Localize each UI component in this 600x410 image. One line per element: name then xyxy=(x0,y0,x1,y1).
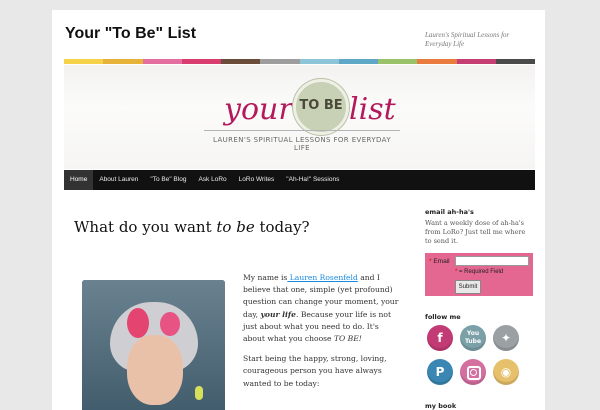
stripe-segment xyxy=(142,59,182,64)
follow-widget-title: follow me xyxy=(425,313,461,321)
post-title-em: to be xyxy=(216,218,255,236)
post-title: What do you want to be today? xyxy=(74,218,310,236)
instagram-icon[interactable] xyxy=(460,359,486,385)
banner-badge: TO BE xyxy=(293,79,349,135)
nav-item-about-lauren[interactable]: About Lauren xyxy=(93,170,144,190)
twitter-icon[interactable]: ✦ xyxy=(493,325,519,351)
stripe-segment xyxy=(221,59,261,64)
stripe-segment xyxy=(378,59,418,64)
stripe-segment xyxy=(417,59,457,64)
intro-paragraph-2: Start being the happy, strong, loving, c… xyxy=(243,354,387,388)
sidebar: email ah-ha's Want a weekly dose of ah-h… xyxy=(423,190,535,410)
site-tagline: Lauren's Spiritual Lessons for Everyday … xyxy=(425,31,510,48)
color-stripes xyxy=(64,59,535,64)
email-field[interactable] xyxy=(455,256,529,266)
email-signup-form: * Email * = Required Field Submit xyxy=(425,253,533,296)
stripe-segment xyxy=(299,59,339,64)
stripe-segment xyxy=(260,59,300,64)
rss-icon[interactable]: ◉ xyxy=(493,359,519,385)
email-widget-title: email ah-ha's xyxy=(425,208,474,216)
email-widget-description: Want a weekly dose of ah-ha's from LoRo?… xyxy=(425,219,526,245)
nav-item-ah-ha-sessions[interactable]: "Ah-Ha!" Sessions xyxy=(280,170,345,190)
page: Your "To Be" List Lauren's Spiritual Les… xyxy=(52,10,545,410)
submit-button[interactable]: Submit xyxy=(455,280,481,294)
stripe-segment xyxy=(181,59,221,64)
intro-text: My name is Lauren Rosenfeld and I believ… xyxy=(243,272,401,398)
nav-item-to-be-blog[interactable]: "To Be" Blog xyxy=(144,170,192,190)
main-content: What do you want to be today? My name is… xyxy=(52,190,545,410)
header-banner[interactable]: your TO BE list LAUREN'S SPIRITUAL LESSO… xyxy=(64,65,535,169)
banner-word-list: list xyxy=(349,92,396,127)
intro-emphasis-to-be: TO BE! xyxy=(333,334,362,344)
intro-emphasis-life: your life xyxy=(260,309,297,319)
stripe-segment xyxy=(64,59,104,64)
post-title-pre: What do you want xyxy=(74,218,217,236)
nav-item-ask-loro[interactable]: Ask LoRo xyxy=(192,170,232,190)
stripe-segment xyxy=(338,59,378,64)
main-nav: Home About Lauren "To Be" Blog Ask LoRo … xyxy=(64,170,535,190)
facebook-icon[interactable]: f xyxy=(427,325,453,351)
banner-word-your: your xyxy=(224,92,293,127)
stripe-segment xyxy=(103,59,143,64)
author-photo xyxy=(82,280,225,410)
intro-paragraph-1: My name is Lauren Rosenfeld and I believ… xyxy=(243,273,399,344)
site-title[interactable]: Your "To Be" List xyxy=(65,25,196,43)
youtube-icon[interactable]: You Tube xyxy=(460,325,486,351)
nav-item-home[interactable]: Home xyxy=(64,170,94,190)
banner-subtitle: LAUREN'S SPIRITUAL LESSONS FOR EVERYDAY … xyxy=(212,136,392,152)
stripe-segment xyxy=(456,59,496,64)
banner-divider xyxy=(204,130,400,131)
stripe-segment xyxy=(495,59,535,64)
post-title-post: today? xyxy=(254,218,310,236)
pinterest-icon[interactable]: P xyxy=(427,359,453,385)
nav-item-loro-writes[interactable]: LoRo Writes xyxy=(233,170,281,190)
banner-badge-text: TO BE xyxy=(299,98,343,113)
required-field-note: * = Required Field xyxy=(455,269,504,275)
author-name-link[interactable]: Lauren Rosenfeld xyxy=(287,273,358,282)
email-label: * Email xyxy=(429,258,450,265)
book-widget-title: my book xyxy=(425,402,457,410)
